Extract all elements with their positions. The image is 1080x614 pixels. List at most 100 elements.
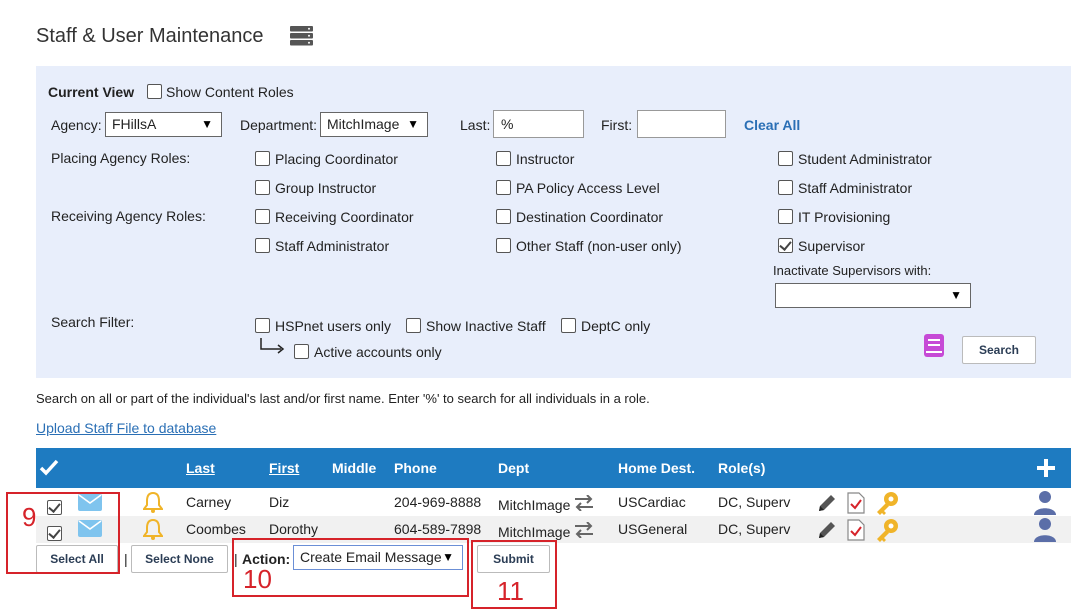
search-filter-option-label: Active accounts only	[314, 344, 442, 360]
cell-last: Coombes	[186, 521, 246, 537]
cell-roles: DC, Superv	[718, 521, 791, 537]
role-label: Receiving Coordinator	[275, 209, 414, 225]
role-label: Supervisor	[798, 238, 865, 254]
hspnet-users-only-checkbox[interactable]	[255, 318, 270, 333]
separator: |	[124, 551, 128, 567]
cell-last: Carney	[186, 494, 232, 510]
department-select-value: MitchImage	[327, 116, 400, 132]
sub-option-arrow-icon	[260, 338, 285, 354]
show-inactive-staff-checkbox[interactable]	[406, 318, 421, 333]
cell-first: Dorothy	[269, 521, 319, 537]
inactivate-supervisors-label: Inactivate Supervisors with:	[773, 263, 932, 278]
select-none-button[interactable]: Select None	[131, 545, 228, 573]
column-header-home-dest: Home Dest.	[618, 460, 696, 476]
annotation-number-9: 9	[22, 502, 37, 532]
column-header-first[interactable]: First	[269, 460, 299, 476]
transfer-icon[interactable]	[574, 495, 594, 511]
role-label: Staff Administrator	[798, 180, 913, 196]
clear-all-link[interactable]: Clear All	[744, 117, 800, 133]
cell-first: Diz	[269, 494, 290, 510]
role-label: Other Staff (non-user only)	[516, 238, 682, 254]
first-label: First:	[601, 117, 633, 133]
search-filter-label: Search Filter:	[51, 314, 135, 330]
role-checkbox-receiving-coordinator[interactable]	[255, 209, 270, 224]
inactivate-supervisors-select[interactable]: ▼	[775, 283, 971, 308]
role-label: Student Administrator	[798, 151, 932, 167]
cell-home-dest: USGeneral	[618, 521, 688, 537]
key-icon[interactable]	[874, 518, 900, 542]
show-content-roles-label: Show Content Roles	[166, 84, 294, 100]
last-name-input[interactable]: %	[493, 110, 584, 138]
dropdown-arrow-icon: ▼	[950, 288, 962, 302]
book-icon[interactable]	[924, 334, 944, 357]
key-icon[interactable]	[874, 491, 900, 515]
plus-icon[interactable]	[1037, 459, 1055, 477]
role-checkbox-staff-administrator-placing[interactable]	[778, 180, 793, 195]
cell-dept: MitchImage	[498, 524, 571, 540]
cell-roles: DC, Superv	[718, 494, 791, 510]
search-filter-option-label: HSPnet users only	[275, 318, 391, 334]
page-title: Staff & User Maintenance	[36, 25, 264, 47]
agency-label: Agency:	[51, 117, 102, 133]
department-select[interactable]: MitchImage ▼	[320, 112, 428, 137]
placing-roles-label: Placing Agency Roles:	[51, 150, 191, 166]
agency-select[interactable]: FHillsA ▼	[105, 112, 222, 137]
user-icon[interactable]	[1034, 490, 1056, 515]
role-checkbox-other-staff[interactable]	[496, 238, 511, 253]
agency-select-value: FHillsA	[112, 116, 157, 132]
checkmark-icon[interactable]	[39, 459, 59, 476]
role-checkbox-supervisor[interactable]	[778, 238, 793, 253]
role-label: Instructor	[516, 151, 575, 167]
role-label: PA Policy Access Level	[516, 180, 660, 196]
role-checkbox-staff-administrator-receiving[interactable]	[255, 238, 270, 253]
column-header-dept: Dept	[498, 460, 530, 476]
role-checkbox-it-provisioning[interactable]	[778, 209, 793, 224]
department-label: Department:	[240, 117, 318, 133]
bell-icon[interactable]	[143, 518, 163, 540]
last-label: Last:	[460, 117, 491, 133]
bell-icon[interactable]	[143, 491, 163, 513]
column-header-roles: Role(s)	[718, 460, 766, 476]
search-hint-text: Search on all or part of the individual'…	[36, 391, 650, 406]
current-view-label: Current View	[48, 84, 135, 100]
role-checkbox-instructor[interactable]	[496, 151, 511, 166]
deptc-only-checkbox[interactable]	[561, 318, 576, 333]
show-content-roles-checkbox[interactable]	[147, 84, 162, 99]
dropdown-arrow-icon: ▼	[201, 117, 213, 131]
role-checkbox-student-administrator[interactable]	[778, 151, 793, 166]
cell-dept: MitchImage	[498, 497, 571, 513]
column-header-last[interactable]: Last	[186, 460, 215, 476]
receiving-roles-label: Receiving Agency Roles:	[51, 208, 206, 224]
role-label: Staff Administrator	[275, 238, 390, 254]
cell-phone: 204-969-8888	[394, 494, 482, 510]
cell-phone: 604-589-7898	[394, 521, 482, 537]
user-icon[interactable]	[1034, 517, 1056, 542]
role-checkbox-pa-policy-access-level[interactable]	[496, 180, 511, 195]
search-button[interactable]: Search	[962, 336, 1036, 364]
first-name-input[interactable]	[637, 110, 726, 138]
role-label: Group Instructor	[275, 180, 377, 196]
checklist-icon[interactable]	[847, 492, 865, 514]
role-label: Placing Coordinator	[275, 151, 398, 167]
active-accounts-only-checkbox[interactable]	[294, 344, 309, 359]
server-icon	[290, 26, 313, 46]
cell-home-dest: USCardiac	[618, 494, 686, 510]
annotation-number-10: 10	[243, 564, 272, 594]
pencil-icon[interactable]	[816, 519, 838, 541]
search-filter-option-label: Show Inactive Staff	[426, 318, 546, 334]
table-row: Carney Diz 204-969-8888 MitchImage USCar…	[36, 489, 1071, 516]
role-label: IT Provisioning	[798, 209, 891, 225]
search-filter-option-label: DeptC only	[581, 318, 651, 334]
upload-staff-file-link[interactable]: Upload Staff File to database	[36, 420, 216, 436]
pencil-icon[interactable]	[816, 492, 838, 514]
transfer-icon[interactable]	[574, 522, 594, 538]
role-label: Destination Coordinator	[516, 209, 664, 225]
role-checkbox-destination-coordinator[interactable]	[496, 209, 511, 224]
column-header-phone: Phone	[394, 460, 437, 476]
checklist-icon[interactable]	[847, 519, 865, 541]
role-checkbox-placing-coordinator[interactable]	[255, 151, 270, 166]
dropdown-arrow-icon: ▼	[407, 117, 419, 131]
role-checkbox-group-instructor[interactable]	[255, 180, 270, 195]
annotation-number-11: 11	[497, 576, 524, 606]
table-row: Coombes Dorothy 604-589-7898 MitchImage …	[36, 516, 1071, 543]
